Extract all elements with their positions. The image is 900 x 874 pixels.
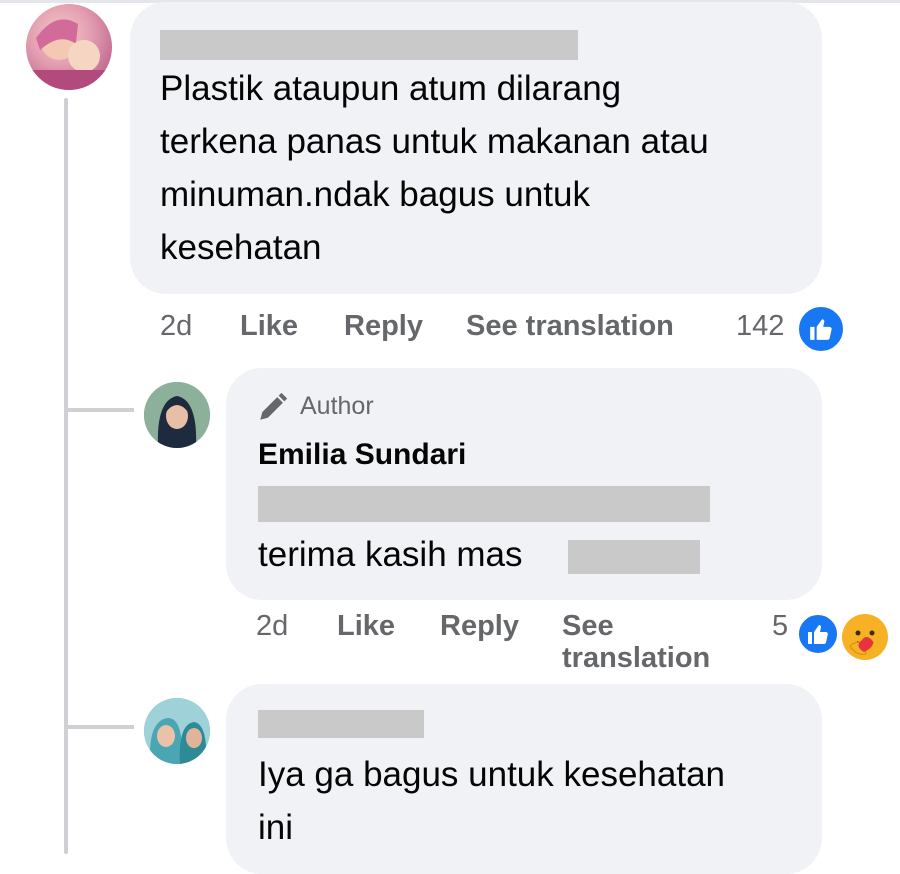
timestamp[interactable]: 2d <box>160 310 192 343</box>
care-icon[interactable] <box>842 614 888 660</box>
redacted-name <box>258 710 424 738</box>
reply-button[interactable]: Reply <box>344 310 423 343</box>
like-icon[interactable] <box>796 612 840 656</box>
like-button[interactable]: Like <box>240 310 298 343</box>
author-name[interactable]: Emilia Sundari <box>258 438 466 472</box>
reply-text-line: ini <box>258 808 294 847</box>
comment-actions: 2d Like Reply See translation 142 <box>0 310 900 350</box>
reply-actions: 2d Like Reply See translation 5 <box>0 610 900 680</box>
reaction-count[interactable]: 5 <box>772 610 788 643</box>
avatar[interactable] <box>144 698 210 764</box>
author-badge: Author <box>300 392 374 420</box>
comment-text-line: Plastik ataupun atum dilarang <box>160 69 622 108</box>
redacted-name <box>160 30 578 60</box>
see-translation-link[interactable]: See translation <box>466 310 674 343</box>
comment-text-line: terkena panas untuk makanan atau <box>160 122 709 161</box>
comment-text-line: kesehatan <box>160 228 322 267</box>
avatar[interactable] <box>144 382 210 448</box>
like-icon[interactable] <box>796 304 846 354</box>
comment-bubble: Plastik ataupun atum dilarang terkena pa… <box>130 2 822 294</box>
thread-branch <box>64 725 134 729</box>
comment-text-line: minuman.ndak bagus untuk <box>160 175 590 214</box>
reply-bubble: Author Emilia Sundari terima kasih mas <box>226 368 822 600</box>
reply-button[interactable]: Reply <box>440 610 519 643</box>
reply-text-line: Iya ga bagus untuk kesehatan <box>258 755 726 794</box>
reply-bubble: Iya ga bagus untuk kesehatan ini <box>226 684 822 874</box>
reply-text-line: terima kasih mas <box>258 535 523 574</box>
redacted-text <box>258 486 710 522</box>
see-translation-link[interactable]: translation <box>562 642 710 675</box>
thread-branch <box>64 408 134 412</box>
pencil-icon <box>260 392 288 420</box>
see-translation-link[interactable]: See <box>562 610 614 643</box>
redacted-name <box>568 540 700 574</box>
reaction-count[interactable]: 142 <box>736 310 784 343</box>
thread-line <box>64 98 68 854</box>
avatar[interactable] <box>26 4 112 90</box>
like-button[interactable]: Like <box>337 610 395 643</box>
timestamp[interactable]: 2d <box>256 610 288 643</box>
